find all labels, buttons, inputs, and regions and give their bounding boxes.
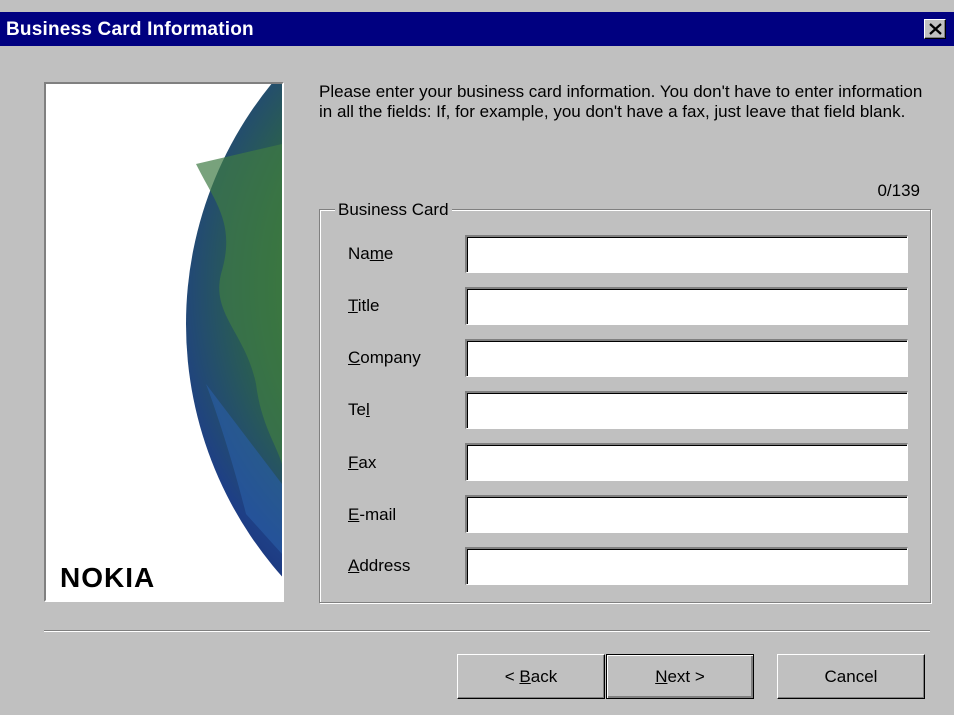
close-button[interactable] [924, 19, 946, 39]
close-icon [929, 23, 942, 35]
tel-field[interactable] [465, 391, 908, 429]
next-button[interactable]: Next > [606, 654, 754, 699]
fax-field[interactable] [465, 443, 908, 481]
separator [44, 630, 930, 632]
globe-image [186, 84, 282, 577]
nokia-logo: NOKIA [60, 562, 156, 593]
fax-label: Fax [348, 453, 377, 472]
back-button[interactable]: < Back [457, 654, 605, 699]
name-field[interactable] [465, 235, 908, 273]
character-counter: 0/139 [877, 181, 920, 200]
title-label: Title [348, 296, 380, 315]
tel-label: Tel [348, 400, 370, 419]
address-label: Address [348, 556, 411, 575]
window-title: Business Card Information [6, 19, 254, 40]
email-field[interactable] [465, 495, 908, 533]
company-field[interactable] [465, 339, 908, 377]
name-label: Name [348, 244, 394, 263]
wizard-image-panel: NOKIA [44, 82, 284, 602]
address-field[interactable] [465, 547, 908, 585]
instructions-text: Please enter your business card informat… [319, 82, 923, 121]
group-label: Business Card [335, 200, 452, 220]
company-label: Company [348, 348, 421, 367]
title-field[interactable] [465, 287, 908, 325]
title-bar[interactable]: Business Card Information [0, 12, 954, 46]
cancel-button[interactable]: Cancel [777, 654, 925, 699]
email-label: E-mail [348, 505, 397, 524]
